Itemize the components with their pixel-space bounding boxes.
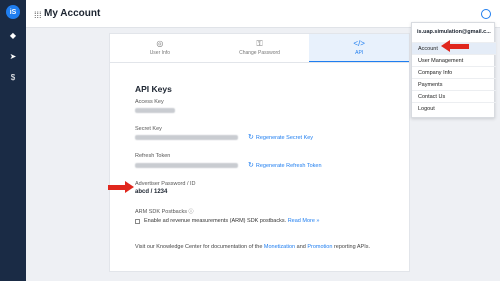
sidebar: iS ◆ ➤ $ <box>0 0 26 281</box>
promotion-link[interactable]: Promotion <box>307 244 332 250</box>
refresh-token-value <box>135 163 238 168</box>
rocket-icon[interactable]: ➤ <box>8 51 18 61</box>
arm-label: ARM SDK Postbacks ⓘ <box>135 208 194 215</box>
menu-item-company-info[interactable]: Company Info <box>412 66 496 78</box>
account-card: ◎ User Info ⚿ Change Password </> API AP… <box>109 33 410 272</box>
refresh-token-label: Refresh Token <box>135 153 171 159</box>
tab-api[interactable]: </> API <box>309 34 410 62</box>
info-icon[interactable]: ⓘ <box>189 209 194 215</box>
regen-refresh-label: Regenerate Refresh Token <box>255 163 322 169</box>
annotation-arrow-account <box>441 40 469 52</box>
grid-icon[interactable]: ⁞⁞⁞ <box>34 10 42 20</box>
tab-change-password[interactable]: ⚿ Change Password <box>210 34 310 62</box>
menu-item-logout[interactable]: Logout <box>412 102 496 114</box>
dollar-icon[interactable]: $ <box>8 72 18 82</box>
read-more-link[interactable]: Read More » <box>288 218 320 224</box>
account-dropdown: is.uap.simulation@gmail.c... Account Use… <box>411 22 496 118</box>
tab-bar: ◎ User Info ⚿ Change Password </> API <box>110 34 410 63</box>
access-key-value <box>135 108 175 113</box>
advertiser-label: Advertiser Password / ID <box>135 181 196 187</box>
secret-key-value <box>135 135 238 140</box>
arm-checkbox-label: Enable ad revenue measurements (ARM) SDK… <box>144 218 287 224</box>
tab-label: API <box>355 49 364 56</box>
user-menu-icon[interactable] <box>481 9 491 19</box>
section-title: API Keys <box>135 84 172 94</box>
access-key-label: Access Key <box>135 99 164 105</box>
person-icon: ◎ <box>156 39 164 48</box>
menu-item-user-management[interactable]: User Management <box>412 54 496 66</box>
arm-label-text: ARM SDK Postbacks <box>135 209 187 215</box>
tab-label: Change Password <box>239 50 280 56</box>
menu-item-payments[interactable]: Payments <box>412 78 496 90</box>
regenerate-refresh-button[interactable]: ↻ Regenerate Refresh Token <box>248 161 322 169</box>
footer-pre: Visit our Knowledge Center for documenta… <box>135 244 264 250</box>
page-title: My Account <box>44 8 101 19</box>
app-logo[interactable]: iS <box>6 5 20 19</box>
arm-checkbox-text: Enable ad revenue measurements (ARM) SDK… <box>144 218 319 224</box>
menu-item-contact-us[interactable]: Contact Us <box>412 90 496 102</box>
advertiser-value: abcd / 1234 <box>135 189 168 195</box>
tab-label: User Info <box>149 50 170 56</box>
annotation-arrow-advertiser <box>108 181 134 193</box>
secret-key-label: Secret Key <box>135 126 162 132</box>
regen-secret-label: Regenerate Secret Key <box>255 135 314 141</box>
refresh-icon: ↻ <box>248 134 254 141</box>
footer-mid: and <box>295 244 308 250</box>
diamond-icon[interactable]: ◆ <box>8 30 18 40</box>
regenerate-secret-button[interactable]: ↻ Regenerate Secret Key <box>248 133 313 141</box>
tab-user-info[interactable]: ◎ User Info <box>110 34 210 62</box>
footer-text: Visit our Knowledge Center for documenta… <box>135 244 370 250</box>
monetization-link[interactable]: Monetization <box>264 244 295 250</box>
footer-post: reporting APIs. <box>332 244 371 250</box>
code-icon: </> <box>353 38 365 48</box>
user-email: is.uap.simulation@gmail.c... <box>417 29 491 35</box>
key-icon: ⚿ <box>256 39 263 48</box>
refresh-icon: ↻ <box>248 162 254 169</box>
arm-checkbox[interactable] <box>135 219 140 224</box>
